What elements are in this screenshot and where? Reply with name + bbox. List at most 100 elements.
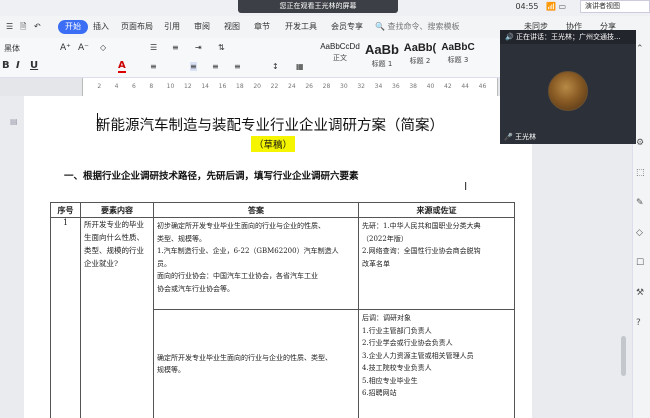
- answer-cell-top[interactable]: 初步确定所开发专业毕业生面向的行业与企业的性质、 类型、规模等。 1.汽车制造行业、…: [153, 217, 359, 310]
- source-cell-top[interactable]: 先研：1.中华人民共和国职业分类大典 （2022年版） 2.网络查询：全国性行业协会…: [358, 217, 515, 310]
- tab-developer[interactable]: 开发工具: [285, 20, 317, 34]
- row-number[interactable]: 1: [50, 217, 81, 418]
- survey-table: 序号 要素内容 答案 来源或佐证 1 所开发专业的毕业生面向什么性质、类型、规模…: [50, 202, 515, 418]
- video-overlay[interactable]: 🔊 正在讲话：王光林；广州交通技... 🎤 王光林: [500, 30, 636, 144]
- italic-button[interactable]: I: [16, 60, 20, 71]
- presenter-view-button[interactable]: 演讲者视图: [580, 0, 650, 13]
- shapes-icon[interactable]: ◇: [636, 228, 643, 238]
- source-top-lines: 先研：1.中华人民共和国职业分类大典 （2022年版） 2.网络查询：全国性行业协会…: [359, 218, 514, 272]
- bullet-list-icon[interactable]: ☰: [150, 43, 157, 52]
- scrollbar-thumb[interactable]: [621, 336, 626, 376]
- search-icon: 🔍: [375, 22, 385, 31]
- style-normal[interactable]: AaBbCcDd 正文: [320, 42, 360, 74]
- tab-chapter[interactable]: 章节: [254, 20, 270, 34]
- avatar: [548, 71, 588, 111]
- style-heading-1[interactable]: AaBb 标题 1: [362, 42, 402, 74]
- header-requirement: 要素内容: [80, 202, 154, 218]
- style-normal-sample: AaBbCcDd: [320, 42, 360, 51]
- right-gutter: [532, 96, 632, 418]
- cell-line: 先研：1.中华人民共和国职业分类大典: [362, 222, 481, 230]
- ruler-number: 2: [97, 83, 102, 90]
- underline-button[interactable]: U: [30, 60, 38, 71]
- line-spacing-icon[interactable]: ↕: [272, 62, 279, 71]
- font-size-down-icon[interactable]: A⁻: [78, 43, 89, 53]
- select-icon[interactable]: ⬚: [636, 168, 645, 178]
- font-name-select[interactable]: 黑体: [4, 43, 20, 54]
- indent-icon[interactable]: ⇥: [195, 43, 202, 52]
- font-color-button[interactable]: A: [118, 60, 126, 73]
- style-heading-2-sample: AaBb(: [403, 42, 437, 54]
- tab-start[interactable]: 开始: [58, 20, 88, 34]
- clock: 04:55: [515, 2, 539, 11]
- ruler-number: 12: [184, 83, 192, 90]
- cell-line: 后调：调研对象: [362, 314, 411, 322]
- style-heading-3[interactable]: AaBbC 标题 3: [438, 42, 478, 74]
- requirement-cell[interactable]: 所开发专业的毕业生面向什么性质、类型、规模的行业企业就业?: [80, 217, 154, 418]
- left-margin: [0, 96, 10, 418]
- speaking-indicator: 🔊 正在讲话：王光林；广州交通技...: [500, 30, 636, 44]
- vertical-scrollbar[interactable]: [620, 96, 628, 418]
- ruler-number: 18: [236, 83, 244, 90]
- answer-bottom-lines: 确定所开发专业毕业生面向的行业与企业的性质、类型、 规模等。: [154, 350, 358, 379]
- answer-cell-bottom[interactable]: 确定所开发专业毕业生面向的行业与企业的性质、类型、 规模等。: [153, 309, 359, 418]
- draft-label: （草稿）: [251, 136, 296, 152]
- undo-icon[interactable]: ↶: [34, 20, 41, 34]
- save-icon[interactable]: 🗎: [20, 20, 26, 34]
- collapse-icon[interactable]: ⌃: [636, 44, 644, 54]
- battery-icon: ▭: [558, 2, 567, 11]
- source-bottom-lines: 后调：调研对象 1.行业主管部门负责人 2.行业学会或行业协会负责人 3.企业人力资源…: [359, 310, 514, 402]
- cell-line: 规模等。: [157, 366, 185, 374]
- menu-icon[interactable]: ☰: [6, 20, 13, 34]
- microphone-icon: 🎤: [504, 133, 513, 141]
- border-icon[interactable]: ▦: [296, 62, 304, 71]
- align-left-icon[interactable]: ≡: [150, 62, 157, 71]
- source-cell-bottom[interactable]: 后调：调研对象 1.行业主管部门负责人 2.行业学会或行业协会负责人 3.企业人力资源…: [358, 309, 515, 418]
- ruler-number: 8: [149, 83, 154, 90]
- justify-icon[interactable]: ≡: [234, 62, 241, 71]
- ruler-number: 10: [166, 83, 175, 90]
- ruler-scale[interactable]: 2 4 6 8 10 12 14 16 18 20 22 24 26 28 30 32 34 36 38 40 42 44…: [82, 78, 498, 96]
- cell-line: （2022年版）: [362, 234, 408, 243]
- help-icon[interactable]: ?: [636, 318, 641, 328]
- command-search[interactable]: 🔍 查找命令、搜索模板: [375, 20, 485, 34]
- align-right-icon[interactable]: ≡: [212, 62, 219, 71]
- style-heading-1-name: 标题 1: [371, 60, 393, 68]
- tab-review[interactable]: 审阅: [194, 20, 210, 34]
- ruler-number: 26: [305, 83, 313, 90]
- style-panel-icon[interactable]: ✎: [636, 198, 644, 208]
- cell-line: 2.网络查询：全国性行业协会商会脱钩: [362, 247, 481, 255]
- comment-icon[interactable]: ☐: [636, 258, 644, 268]
- command-search-placeholder: 查找命令、搜索模板: [387, 22, 460, 31]
- tab-references[interactable]: 引用: [164, 20, 180, 34]
- ruler-number: 14: [201, 83, 209, 90]
- ruler-number: 4: [114, 83, 119, 90]
- tab-view[interactable]: 视图: [224, 20, 240, 34]
- tab-page-layout[interactable]: 页面布局: [121, 20, 153, 34]
- header-no: 序号: [50, 202, 81, 218]
- participant-name: 王光林: [514, 133, 536, 141]
- tools-icon[interactable]: ⚒: [636, 288, 644, 298]
- style-heading-2-name: 标题 2: [409, 57, 431, 65]
- wifi-icon: 📶: [546, 2, 556, 11]
- cell-line: 协会或汽车行业协会等。: [157, 284, 234, 293]
- cell-line: 3.企业人力资源主管或相关管理人员: [362, 351, 474, 360]
- cell-line: 改革名单: [362, 259, 390, 268]
- cell-line: 1.行业主管部门负责人: [362, 326, 432, 335]
- bold-button[interactable]: B: [2, 60, 10, 71]
- clear-format-icon[interactable]: ◇: [100, 43, 106, 52]
- font-size-up-icon[interactable]: A⁺: [60, 43, 71, 53]
- style-heading-2[interactable]: AaBb( 标题 2: [400, 42, 440, 74]
- cell-line: 6.招聘网站: [362, 389, 397, 397]
- navigation-pane-icon[interactable]: ▤: [10, 117, 18, 126]
- document-page[interactable]: 新能源汽车制造与装配专业行业企业调研方案（简案） （草稿） 一、根据行业企业调研…: [24, 96, 532, 418]
- cell-line: 确定所开发专业毕业生面向的行业与企业的性质、类型、: [157, 353, 332, 362]
- style-normal-name: 正文: [333, 54, 347, 62]
- properties-icon[interactable]: ⚙: [636, 138, 644, 148]
- numbered-list-icon[interactable]: ≡: [172, 43, 179, 52]
- tab-member[interactable]: 会员专享: [331, 20, 363, 34]
- align-center-icon[interactable]: ≡: [190, 62, 197, 71]
- sort-icon[interactable]: ⇅: [218, 43, 225, 52]
- ruler-number: 46: [478, 83, 487, 90]
- cell-line: 2.行业学会或行业协会负责人: [362, 339, 453, 347]
- tab-insert[interactable]: 插入: [93, 20, 109, 34]
